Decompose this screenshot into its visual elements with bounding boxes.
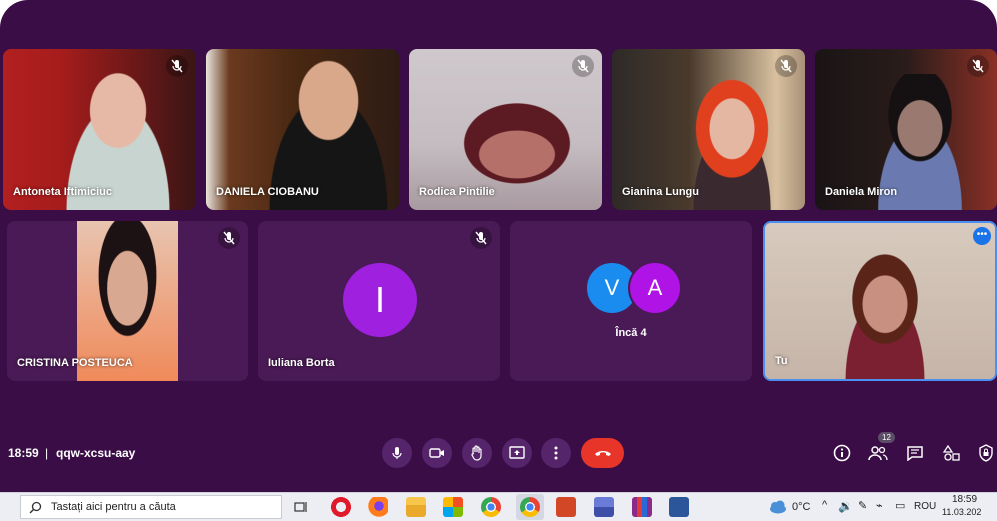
participant-tile[interactable]: CRISTINA POSTEUCA [7,221,248,381]
participant-avatar: A [628,261,682,315]
taskbar-search[interactable]: Tastați aici pentru a căuta [20,495,282,519]
raise-hand-button[interactable] [462,438,492,468]
participant-name: CRISTINA POSTEUCA [17,357,133,369]
present-button[interactable] [502,438,532,468]
people-count-badge: 12 [878,432,895,443]
microphone-button[interactable] [382,438,412,468]
info-button[interactable] [831,442,853,464]
meeting-time: 18:59 [8,446,39,460]
word-icon[interactable] [669,497,689,517]
network-icon[interactable]: ⌁ [876,499,883,512]
info-icon [833,444,851,462]
clock-time[interactable]: 18:59 [952,494,977,505]
mic-off-icon [166,55,188,77]
participant-name: Daniela Miron [825,186,898,198]
participant-name: DANIELA CIOBANU [216,186,319,198]
participant-name: Rodica Pintilie [419,186,495,198]
firefox-icon[interactable] [368,497,388,517]
pen-icon[interactable]: ✎ [858,499,867,512]
tray-chevron-icon[interactable]: ^ [822,499,827,511]
phone-hangup-icon [594,451,611,456]
participant-tile[interactable]: Gianina Lungu [612,49,805,210]
participant-name: Gianina Lungu [622,186,699,198]
mic-off-icon [572,55,594,77]
self-tile[interactable]: ••• Tu [763,221,997,381]
file-explorer-icon[interactable] [406,497,426,517]
participant-avatar: I [343,263,417,337]
chat-icon [907,446,923,461]
save-app-icon[interactable] [594,497,614,517]
participant-name: Iuliana Borta [268,357,335,369]
host-controls-button[interactable] [975,442,997,464]
hand-icon [471,445,482,461]
participant-tile[interactable]: Antoneta Iftimiciuc [3,49,196,210]
presentation-app-icon[interactable] [556,497,576,517]
activities-button[interactable] [941,442,963,464]
chat-button[interactable] [904,442,926,464]
battery-icon[interactable]: ▭ [895,499,905,512]
weather-temp: 0°C [792,501,811,513]
more-options-icon[interactable]: ••• [973,227,991,245]
weather-icon[interactable] [768,500,788,514]
participant-tile[interactable]: Rodica Pintilie [409,49,602,210]
opera-icon[interactable] [331,497,351,517]
chrome-meet-icon[interactable] [520,497,540,517]
activities-icon [943,445,960,461]
more-vert-icon [554,446,558,460]
participant-name: Tu [775,355,788,367]
microphone-icon [392,447,402,459]
more-options-button[interactable] [541,438,571,468]
mic-off-icon [967,55,989,77]
volume-icon[interactable]: 🔉 [838,499,853,513]
store-icon[interactable] [443,497,463,517]
meeting-window: Antoneta Iftimiciuc DANIELA CIOBANU Rodi… [0,0,997,492]
mic-off-icon [775,55,797,77]
camera-icon [429,448,444,458]
task-view-icon[interactable] [294,500,308,514]
shield-lock-icon [979,444,993,462]
search-icon [29,501,42,514]
meeting-code[interactable]: qqw-xcsu-aay [56,446,135,460]
camera-button[interactable] [422,438,452,468]
more-participants-tile[interactable]: V A Încă 4 [510,221,752,381]
winrar-icon[interactable] [632,497,652,517]
participant-tile[interactable]: Daniela Miron [815,49,997,210]
language-indicator[interactable]: ROU [914,501,936,512]
end-call-button[interactable] [581,438,624,468]
mic-off-icon [218,227,240,249]
participant-tile[interactable]: I Iuliana Borta [258,221,500,381]
participant-name: Antoneta Iftimiciuc [13,186,113,198]
search-placeholder: Tastați aici pentru a căuta [51,501,176,513]
people-icon [868,446,888,461]
participant-tile[interactable]: DANIELA CIOBANU [206,49,399,210]
mic-off-icon [470,227,492,249]
windows-taskbar: Tastați aici pentru a căuta 0°C ^ 🔉 ✎ ⌁ … [0,492,997,521]
present-screen-icon [509,446,525,459]
chrome-icon[interactable] [481,497,501,517]
clock-date[interactable]: 11.03.202 [942,507,981,517]
meeting-controls: 18:59 | qqw-xcsu-aay 12 [0,430,997,480]
meeting-divider: | [45,446,49,460]
participant-video [825,253,945,379]
more-participants-label: Încă 4 [615,327,647,339]
people-button[interactable] [867,442,889,464]
